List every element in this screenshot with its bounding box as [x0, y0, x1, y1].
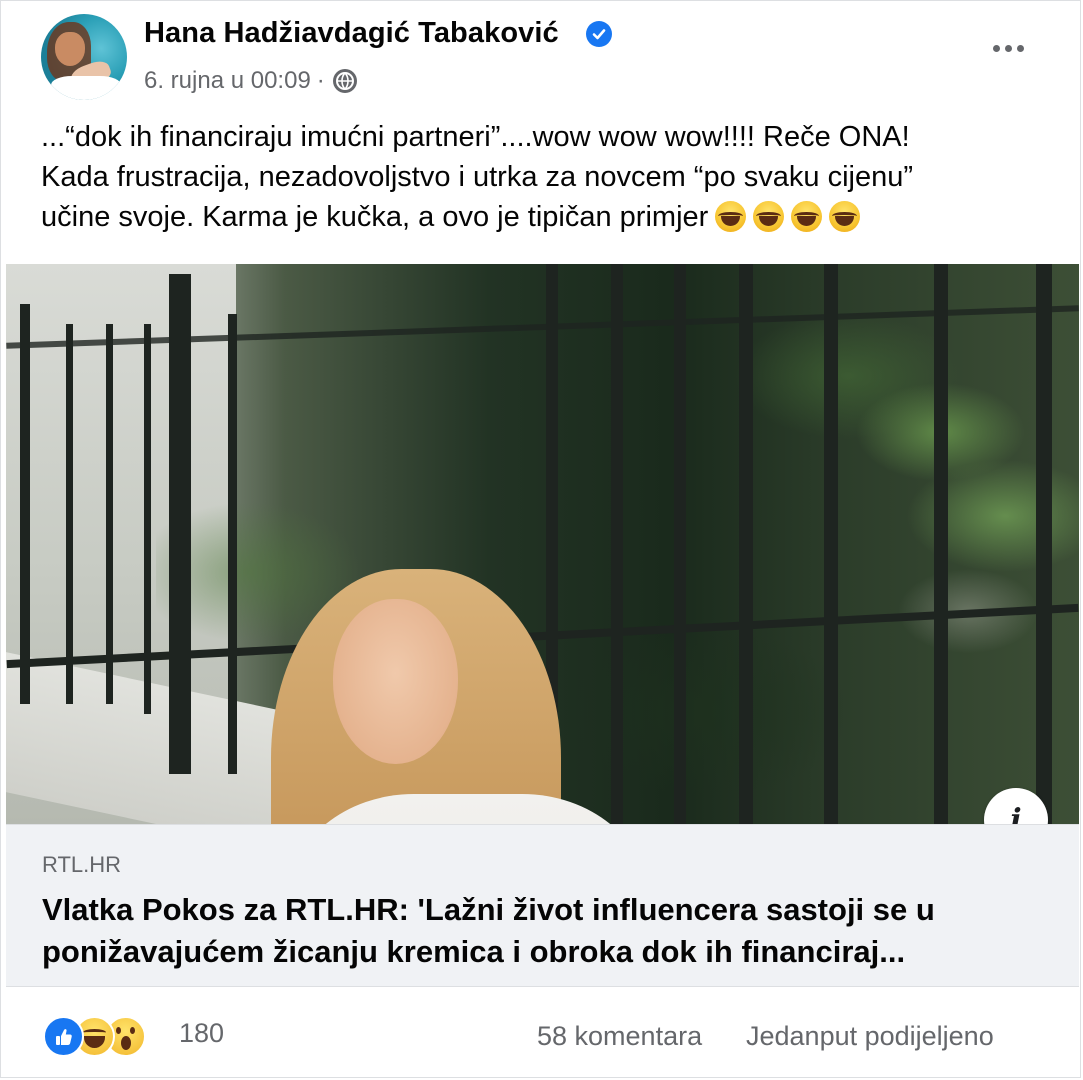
link-title-line: ponižavajućem žicanju kremica i obroka d…: [42, 934, 906, 969]
fence-bar: [611, 264, 623, 824]
share-count-link[interactable]: Jedanput podijeljeno: [746, 1021, 994, 1052]
laughing-emoji-icon: [791, 201, 823, 232]
author-name[interactable]: Hana Hadžiavdagić Tabaković: [144, 17, 559, 50]
fence-bar: [674, 264, 686, 824]
post-footer: 180 58 komentara Jedanput podijeljeno: [1, 987, 1080, 1079]
author-avatar[interactable]: [41, 14, 127, 100]
post-header: Hana Hadžiavdagić Tabaković 6. rujna u 0…: [1, 1, 1080, 111]
post-text-line: učine svoje. Karma je kučka, a ovo je ti…: [41, 197, 1041, 237]
fence-bar: [20, 304, 30, 704]
link-preview[interactable]: RTL.HR Vlatka Pokos za RTL.HR: 'Lažni ži…: [6, 824, 1079, 987]
post-text: ...“dok ih financiraju imućni partneri”.…: [41, 117, 1041, 237]
fence-bar: [824, 264, 838, 824]
post-text-line-content: učine svoje. Karma je kučka, a ovo je ti…: [41, 201, 709, 233]
link-preview-image[interactable]: [6, 264, 1079, 824]
fence-bar: [934, 264, 948, 824]
fence-bar: [228, 314, 237, 774]
post-meta: 6. rujna u 00:09 ·: [144, 67, 357, 95]
laughing-emoji-icon: [753, 201, 785, 232]
comment-count-link[interactable]: 58 komentara: [537, 1021, 702, 1052]
fence-bar: [144, 324, 151, 714]
photo-face: [333, 599, 458, 764]
avatar-shirt: [51, 76, 121, 100]
meta-separator: ·: [316, 67, 325, 94]
laughing-emoji-icon: [715, 201, 747, 232]
more-options-icon[interactable]: [983, 33, 1033, 63]
post-card: Hana Hadžiavdagić Tabaković 6. rujna u 0…: [0, 0, 1081, 1078]
fence-bar: [66, 324, 73, 704]
post-text-line: Kada frustracija, nezadovoljstvo i utrka…: [41, 161, 914, 193]
fence-bar: [1036, 264, 1052, 824]
fence-bar: [106, 324, 113, 704]
verified-badge-icon: [586, 21, 612, 47]
link-domain: RTL.HR: [42, 852, 122, 877]
dot: [1004, 44, 1012, 52]
link-title[interactable]: Vlatka Pokos za RTL.HR: 'Lažni život inf…: [42, 889, 1062, 973]
fence-bar: [739, 264, 753, 824]
like-reaction-icon: [43, 1016, 84, 1057]
avatar-face: [55, 32, 85, 66]
dot: [1016, 44, 1024, 52]
link-title-line: Vlatka Pokos za RTL.HR: 'Lažni život inf…: [42, 892, 935, 927]
laughing-emoji-icon: [829, 201, 861, 232]
post-timestamp[interactable]: 6. rujna u 00:09: [144, 67, 311, 95]
globe-icon[interactable]: [332, 69, 357, 93]
dot: [992, 44, 1000, 52]
reaction-count[interactable]: 180: [179, 1018, 224, 1049]
reactions-summary[interactable]: [43, 1016, 146, 1057]
post-text-line: ...“dok ih financiraju imućni partneri”.…: [41, 121, 910, 153]
fence-post: [169, 274, 191, 774]
